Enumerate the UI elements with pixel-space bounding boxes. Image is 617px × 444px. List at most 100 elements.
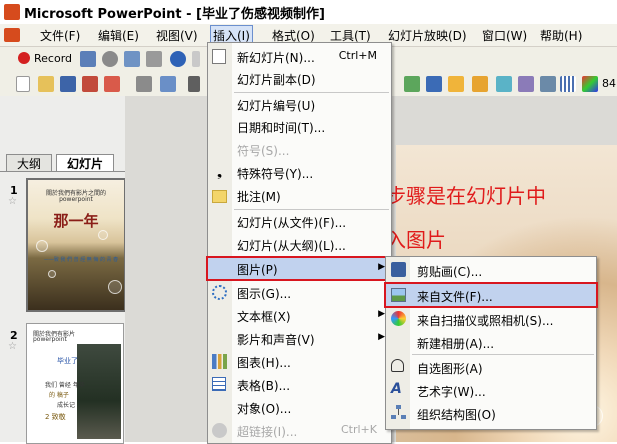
star-icon: ☆ <box>8 196 17 207</box>
save-icon[interactable] <box>60 76 76 92</box>
slide1-subtitle: ——致 我 們 曾 經 無 悔 的 青 春 <box>43 257 119 263</box>
clipart-icon[interactable] <box>472 76 488 92</box>
grid-icon[interactable] <box>560 76 576 92</box>
slide-thumbnail-2[interactable]: 關於我們有影片 powerpoint 毕业了 我们 曾经 年华 的 稿子 成长记… <box>26 323 124 444</box>
toolbar-options-icon[interactable] <box>192 51 200 67</box>
insert-slides-from-file[interactable]: 幻灯片(从文件)(F)... <box>208 211 391 232</box>
menu-item-label: 幻灯片(从大纲)(L)... <box>237 239 346 253</box>
menu-item-label: 特殊符号(Y)... <box>237 167 314 181</box>
camera-icon[interactable] <box>102 51 118 67</box>
bubble <box>36 240 48 252</box>
window-title: Microsoft PowerPoint - [毕业了伤感视频制作] <box>24 7 325 22</box>
menu-item-label: 日期和时间(T)... <box>237 121 326 135</box>
special-symbol-icon: ❟ <box>216 165 223 180</box>
expand-icon[interactable] <box>518 76 534 92</box>
menu-item-label: 符号(S)... <box>237 144 290 158</box>
print-preview-icon[interactable] <box>160 76 176 92</box>
insert-slides-from-outline[interactable]: 幻灯片(从大纲)(L)... <box>208 234 391 255</box>
picture-wordart[interactable]: A 艺术字(W)... <box>386 379 596 401</box>
permission-icon[interactable] <box>82 76 98 92</box>
tab-slides[interactable]: 幻灯片 <box>56 154 114 171</box>
insert-textbox[interactable]: 文本框(X) ▶ <box>208 305 391 326</box>
menu-item-label: 来自文件(F)... <box>417 290 493 304</box>
color-icon[interactable] <box>582 76 598 92</box>
bubble <box>108 280 122 294</box>
hyperlink-icon <box>212 423 227 438</box>
menu-item-label: 来自扫描仪或照相机(S)... <box>417 314 554 328</box>
record-label[interactable]: Record <box>34 52 72 65</box>
diagram-icon <box>212 285 227 300</box>
table-icon <box>212 377 226 391</box>
insert-picture-icon[interactable] <box>448 76 464 92</box>
bubble <box>48 270 56 278</box>
picture-autoshapes[interactable]: 自选图形(A) <box>386 356 596 378</box>
annotation-line1: 此步骤是在幻灯片中 <box>366 184 546 208</box>
picture-clipart[interactable]: 剪贴画(C)... <box>386 259 596 281</box>
slide-thumbnail-1[interactable]: 關於我們有影片之間的 powerpoint 那一年 ——致 我 們 曾 經 無 … <box>26 178 126 312</box>
diagram-icon[interactable] <box>496 76 512 92</box>
help-icon[interactable] <box>170 51 186 67</box>
table-icon[interactable] <box>426 76 442 92</box>
zoom-value[interactable]: 84 <box>602 77 616 90</box>
doc-icon <box>4 28 20 42</box>
org-chart-icon <box>391 405 406 420</box>
insert-comment[interactable]: 批注(M) <box>208 185 391 206</box>
menu-item-label: 批注(M) <box>237 190 281 204</box>
menu-item-label: 图片(P) <box>237 263 278 277</box>
record-icon[interactable] <box>18 52 30 64</box>
printer-icon[interactable] <box>136 76 152 92</box>
insert-object[interactable]: 对象(O)... <box>208 397 391 418</box>
insert-special-symbol[interactable]: ❟ 特殊符号(Y)... <box>208 162 391 183</box>
wordart-icon: A <box>391 381 402 397</box>
wordart-icon[interactable] <box>540 76 556 92</box>
insert-slide-number[interactable]: 幻灯片编号(U) <box>208 94 391 115</box>
screen-icon[interactable] <box>124 51 140 67</box>
new-icon[interactable] <box>16 76 30 92</box>
slide2-line3: 毕业了 <box>57 357 78 365</box>
picture-from-scanner[interactable]: 来自扫描仪或照相机(S)... <box>386 308 596 330</box>
menu-view[interactable]: 视图(V) <box>156 27 198 44</box>
menu-help[interactable]: 帮助(H) <box>540 27 582 44</box>
chart-icon[interactable] <box>404 76 420 92</box>
bubble <box>98 230 108 240</box>
insert-chart[interactable]: 图表(H)... <box>208 351 391 372</box>
tab-outline[interactable]: 大纲 <box>6 154 52 171</box>
menu-window[interactable]: 窗口(W) <box>482 27 527 44</box>
slide1-heading: 那一年 <box>53 212 99 230</box>
title-bar: Microsoft PowerPoint - [毕业了伤感视频制作] <box>0 0 617 25</box>
insert-movies-sounds[interactable]: 影片和声音(V) ▶ <box>208 328 391 349</box>
menu-item-label: 文本框(X) <box>237 310 291 324</box>
menu-edit[interactable]: 编辑(E) <box>98 27 139 44</box>
menu-item-shortcut: Ctrl+M <box>338 49 377 62</box>
open-icon[interactable] <box>38 76 54 92</box>
insert-picture[interactable]: 图片(P) ▶ <box>206 256 393 281</box>
menu-item-label: 新建相册(A)... <box>417 337 495 351</box>
menu-separator <box>412 354 594 355</box>
insert-hyperlink: 超链接(I)... Ctrl+K <box>208 420 391 441</box>
picture-org-chart[interactable]: 组织结构图(O) <box>386 402 596 424</box>
email-icon[interactable] <box>104 76 120 92</box>
tab-divider <box>0 171 126 172</box>
picture-new-album[interactable]: 新建相册(A)... <box>386 331 596 353</box>
slide2-line7: 2 致敬 <box>45 413 66 421</box>
submenu-arrow-icon: ▶ <box>378 332 385 342</box>
menu-item-label: 组织结构图(O) <box>417 408 496 422</box>
menu-file[interactable]: 文件(F) <box>40 27 80 44</box>
menu-slideshow[interactable]: 幻灯片放映(D) <box>388 27 467 44</box>
picture-from-file[interactable]: 来自文件(F)... <box>384 282 598 308</box>
scanner-camera-icon <box>391 311 406 326</box>
insert-new-slide[interactable]: 新幻灯片(N)... Ctrl+M <box>208 46 391 67</box>
insert-duplicate-slide[interactable]: 幻灯片副本(D) <box>208 68 391 89</box>
spelling-icon[interactable] <box>188 76 200 92</box>
slide2-line2: powerpoint <box>33 336 67 343</box>
insert-diagram[interactable]: 图示(G)... <box>208 282 391 303</box>
insert-date-time[interactable]: 日期和时间(T)... <box>208 116 391 137</box>
comment-icon <box>212 190 227 203</box>
insert-table[interactable]: 表格(B)... <box>208 374 391 395</box>
pen-icon[interactable] <box>80 51 96 67</box>
new-slide-icon <box>212 49 226 64</box>
picture-file-icon <box>391 288 406 302</box>
menu-item-label: 超链接(I)... <box>237 425 298 439</box>
print-icon[interactable] <box>146 51 162 67</box>
menu-item-label: 表格(B)... <box>237 379 291 393</box>
